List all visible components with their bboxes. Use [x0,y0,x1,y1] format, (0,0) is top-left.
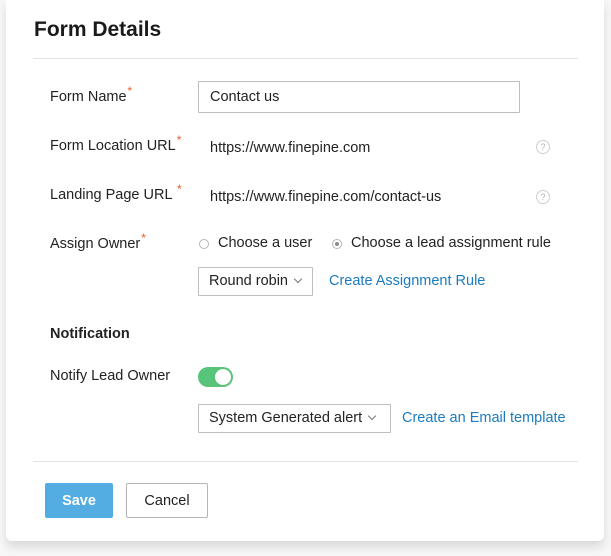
assignment-rule-select-value: Round robin [209,273,288,289]
save-button[interactable]: Save [45,483,113,518]
required-mark: * [141,231,146,245]
form-name-input[interactable] [198,81,520,113]
form-location-url-label: Form Location URL* [50,133,181,154]
notification-section-title: Notification [50,326,130,342]
help-icon[interactable]: ? [536,140,550,154]
form-location-url-value: https://www.finepine.com [210,140,371,156]
radio-choose-user-label[interactable]: Choose a user [218,235,312,251]
chevron-down-icon [293,274,303,284]
form-location-url-label-text: Form Location URL [50,138,176,154]
assignment-rule-select[interactable]: Round robin [198,267,313,296]
footer-divider [33,461,578,462]
radio-choose-assignment-rule-label[interactable]: Choose a lead assignment rule [351,235,551,251]
chevron-down-icon [367,411,377,421]
help-icon[interactable]: ? [536,190,550,204]
radio-choose-assignment-rule[interactable] [332,239,342,249]
create-email-template-link[interactable]: Create an Email template [402,410,566,426]
required-mark: * [127,84,133,98]
email-template-select[interactable]: System Generated alert [198,404,391,433]
cancel-button[interactable]: Cancel [126,483,208,518]
notify-lead-owner-toggle[interactable] [198,367,233,387]
email-template-select-value: System Generated alert [209,410,363,426]
required-mark: * [176,133,182,147]
form-name-label: Form Name* [50,84,132,105]
radio-choose-user[interactable] [199,239,209,249]
page-title: Form Details [34,18,162,41]
form-name-label-text: Form Name [50,89,127,105]
landing-page-url-label: Landing Page URL * [50,182,182,203]
assign-owner-label-text: Assign Owner [50,236,141,252]
assign-owner-label: Assign Owner* [50,231,146,252]
create-assignment-rule-link[interactable]: Create Assignment Rule [329,273,485,289]
landing-page-url-value: https://www.finepine.com/contact-us [210,189,442,205]
required-mark: * [177,182,182,196]
header-divider [33,58,578,59]
landing-page-url-label-text: Landing Page URL [50,187,172,203]
toggle-knob [215,369,231,385]
notify-lead-owner-label: Notify Lead Owner [50,368,171,384]
